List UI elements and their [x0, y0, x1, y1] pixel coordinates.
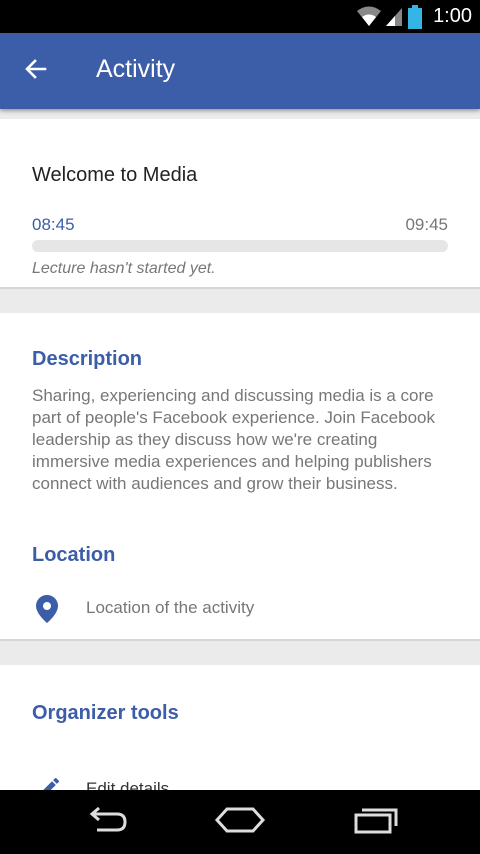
edit-details-label: Edit details	[86, 779, 170, 790]
description-heading: Description	[32, 348, 143, 370]
page-title: Activity	[96, 55, 176, 83]
pencil-icon	[38, 775, 62, 790]
lecture-progress-bar	[32, 240, 448, 252]
content-scroll[interactable]: Welcome to Media 08:45 09:45 Lecture has…	[0, 109, 480, 790]
location-heading: Location	[32, 544, 116, 566]
signal-icon	[384, 5, 404, 32]
start-time: 08:45	[32, 215, 75, 234]
location-row[interactable]: Location of the activity	[0, 589, 480, 629]
app-bar: Activity	[0, 33, 480, 109]
battery-icon	[408, 5, 422, 34]
nav-recents-icon	[351, 806, 399, 839]
lecture-status: Lecture hasn't started yet.	[32, 260, 216, 277]
arrow-back-icon	[24, 57, 48, 86]
location-pin-icon	[36, 595, 58, 628]
nav-recents-button[interactable]	[345, 802, 405, 842]
end-time: 09:45	[405, 215, 448, 234]
nav-home-icon	[214, 806, 266, 839]
edit-details-button[interactable]: Edit details	[0, 771, 480, 790]
system-nav-bar	[0, 790, 480, 854]
nav-back-button[interactable]	[77, 802, 137, 842]
organizer-tools-card: Organizer tools Edit details	[0, 665, 480, 790]
nav-back-icon	[83, 806, 131, 839]
organizer-tools-heading: Organizer tools	[32, 702, 179, 724]
back-button[interactable]	[14, 49, 58, 93]
lecture-title: Welcome to Media	[32, 164, 198, 186]
wifi-icon	[356, 5, 382, 32]
location-text: Location of the activity	[86, 598, 255, 617]
nav-home-button[interactable]	[210, 802, 270, 842]
status-bar: 1:00	[0, 0, 480, 33]
description-text: Sharing, experiencing and discussing med…	[32, 386, 435, 493]
status-time: 1:00	[433, 5, 472, 27]
details-card: Description Sharing, experiencing and di…	[0, 313, 480, 641]
lecture-card: Welcome to Media 08:45 09:45 Lecture has…	[0, 119, 480, 289]
